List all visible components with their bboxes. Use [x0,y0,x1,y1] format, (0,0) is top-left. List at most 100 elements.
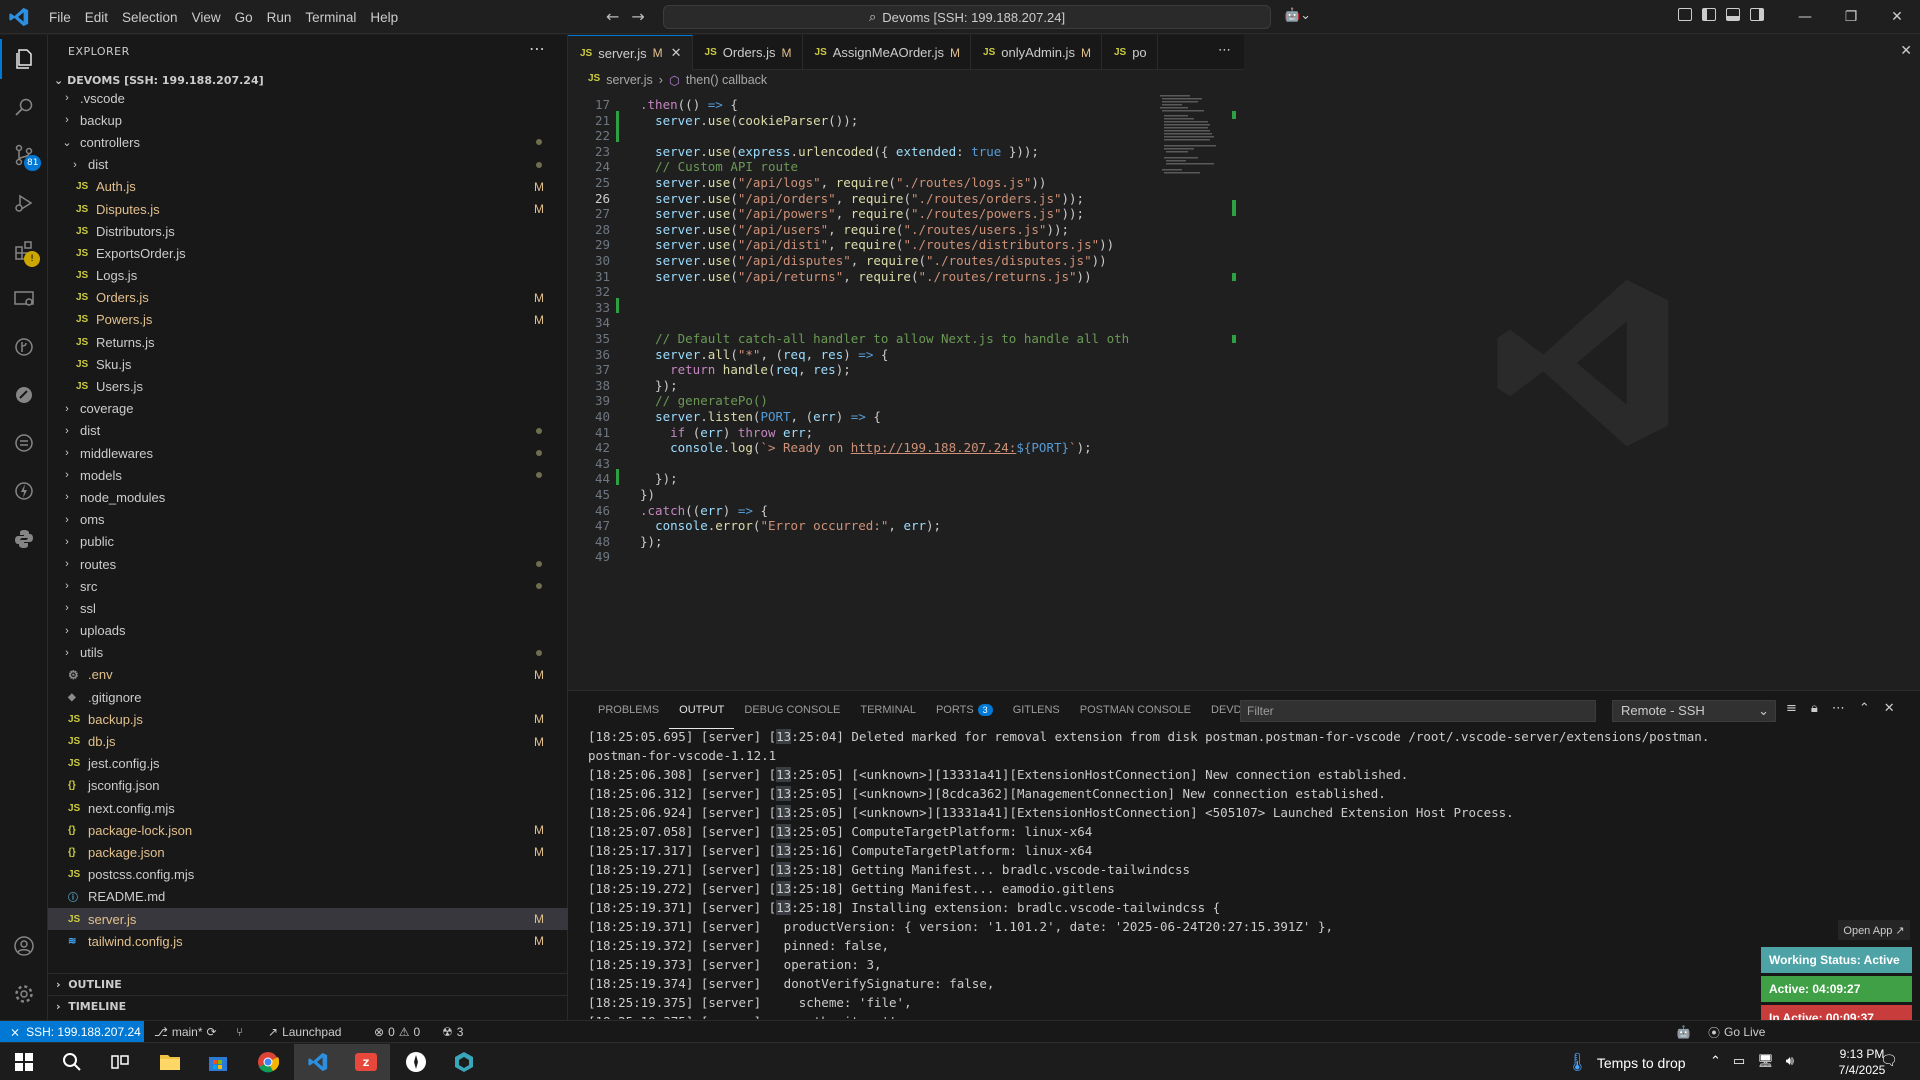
close-panel-icon[interactable]: ✕ [1884,701,1895,716]
menu-file[interactable]: File [42,10,78,25]
sync-changes-icon[interactable]: ⑂ [236,1021,243,1043]
file-item[interactable]: JS db.js M [48,730,568,752]
file-item[interactable]: ⚙ .env M [48,664,568,686]
problems-indicator[interactable]: ⊗ 0 ⚠ 0 [374,1021,420,1043]
folder-item[interactable]: › uploads [48,620,568,642]
file-item[interactable]: ⓘ README.md [48,886,568,908]
timeline-section[interactable]: › TIMELINE [48,995,568,1017]
menu-selection[interactable]: Selection [115,10,185,25]
weather-widget[interactable]: 🌡︎ Temps to drop [1566,1052,1686,1073]
close-editor-group-icon[interactable]: ✕ [1900,43,1912,59]
file-item[interactable]: JS server.js M [48,907,568,931]
folder-item[interactable]: › dist [48,154,568,176]
task-view-icon[interactable] [96,1044,144,1080]
file-item[interactable]: JS Users.js [48,375,568,397]
file-item[interactable]: JS Distributors.js [48,220,568,242]
windows-start-icon[interactable] [0,1044,48,1080]
panel-tab-output[interactable]: OUTPUT [669,691,735,729]
file-item[interactable]: JS Sku.js [48,353,568,375]
file-explorer-icon[interactable] [146,1044,194,1080]
file-item[interactable]: {} package-lock.json M [48,819,568,841]
volume-icon[interactable]: 🔊︎ [1786,1054,1794,1069]
file-item[interactable]: {} package.json M [48,841,568,863]
tab-po[interactable]: JS po [1102,35,1158,70]
launchpad-item[interactable]: ↗ Launchpad [268,1021,341,1043]
output-log[interactable]: [18:25:05.695] [server] [13:25:04] Delet… [588,727,1908,1019]
close-tab-icon[interactable]: ✕ [671,45,682,61]
remote-explorer-icon[interactable] [0,279,48,319]
branch-indicator[interactable]: ⎇ main* ⟳ [154,1021,217,1043]
search-view-icon[interactable] [0,87,48,127]
menu-terminal[interactable]: Terminal [298,10,363,25]
toggle-primary-sidebar-icon[interactable] [1702,8,1716,21]
file-item[interactable]: JS Auth.js M [48,176,568,198]
panel-tab-debug-console[interactable]: DEBUG CONSOLE [734,691,850,729]
database-icon[interactable] [0,423,48,463]
customize-layout-icon[interactable] [1678,8,1692,21]
folder-item[interactable]: ⌄ controllers [48,131,568,153]
tab-orders-js[interactable]: JS Orders.js M [693,35,803,70]
folder-item[interactable]: › public [48,531,568,553]
menu-view[interactable]: View [185,10,228,25]
run-debug-icon[interactable] [0,183,48,223]
accounts-icon[interactable] [0,926,48,966]
postman-icon[interactable] [0,375,48,415]
folder-item[interactable]: › utils [48,642,568,664]
file-item[interactable]: JS Logs.js [48,265,568,287]
file-item[interactable]: {} jsconfig.json [48,775,568,797]
lock-scroll-icon[interactable]: 🔒︎ [1811,701,1818,716]
panel-tab-ports[interactable]: PORTS 3 [926,691,1003,729]
folder-item[interactable]: › src [48,575,568,597]
file-item[interactable]: JS jest.config.js [48,753,568,775]
folder-item[interactable]: › node_modules [48,486,568,508]
thunder-client-icon[interactable] [0,471,48,511]
restore-icon[interactable]: ❐ [1828,0,1874,34]
minimize-icon[interactable]: — [1782,0,1828,34]
explorer-icon[interactable] [0,39,48,79]
output-channel-select[interactable]: Remote - SSH ⌄ [1612,700,1776,722]
copilot-icon[interactable]: 🤖⌄ [1284,8,1311,23]
app-hex-icon[interactable] [440,1044,488,1080]
maximize-panel-icon[interactable]: ⌃ [1859,701,1870,716]
tab-onlyadmin-js[interactable]: JS onlyAdmin.js M [971,35,1102,70]
workspace-folder[interactable]: ⌄ DEVOMS [SSH: 199.188.207.24] [54,74,264,87]
code-editor[interactable]: 17 .then(() => {21 server.use(cookieParse… [568,93,1244,690]
chrome-icon[interactable] [244,1044,292,1080]
toggle-panel-icon[interactable] [1726,8,1740,21]
tabs-more-icon[interactable]: ⋯ [1218,43,1231,58]
tab-server-js[interactable]: JS server.js M ✕ [568,35,693,70]
menu-edit[interactable]: Edit [78,10,115,25]
breadcrumb-symbol[interactable]: then() callback [686,73,767,88]
file-item[interactable]: JS Disputes.js M [48,198,568,220]
file-item[interactable]: ◆ .gitignore [48,686,568,708]
menu-run[interactable]: Run [260,10,299,25]
battery-icon[interactable]: ▭ [1733,1054,1745,1069]
folder-item[interactable]: › routes [48,553,568,575]
folder-item[interactable]: › dist [48,420,568,442]
sync-icon[interactable]: ⟳ [207,1025,217,1039]
panel-tab-problems[interactable]: PROBLEMS [588,691,669,729]
file-item[interactable]: JS Orders.js M [48,287,568,309]
panel-tab-terminal[interactable]: TERMINAL [850,691,926,729]
panel-tab-postman-console[interactable]: POSTMAN CONSOLE [1070,691,1201,729]
folder-item[interactable]: › models [48,464,568,486]
copilot-status-icon[interactable]: 🤖 [1676,1021,1691,1043]
store-icon[interactable] [194,1044,242,1080]
zoho-app-icon[interactable]: Z [342,1044,390,1080]
breadcrumb-file[interactable]: server.js [606,73,653,88]
python-icon[interactable] [0,519,48,559]
source-control-icon[interactable]: 81 [0,135,48,175]
vscode-taskbar-icon[interactable] [294,1044,342,1080]
remote-indicator[interactable]: ⨯ SSH: 199.188.207.24 [0,1021,144,1043]
folder-item[interactable]: › ssl [48,597,568,619]
folder-item[interactable]: › middlewares [48,442,568,464]
folder-item[interactable]: › coverage [48,398,568,420]
file-item[interactable]: JS next.config.mjs [48,797,568,819]
network-icon[interactable]: 🖥︎ [1757,1054,1774,1069]
ports-indicator[interactable]: ☢ 3 [442,1021,463,1043]
minimap[interactable] [1156,93,1226,203]
file-item[interactable]: ≋ tailwind.config.js M [48,930,568,952]
folder-item[interactable]: › backup [48,109,568,131]
tab-assignmeaorder-js[interactable]: JS AssignMeAOrder.js M [803,35,972,70]
taskbar-search-icon[interactable] [48,1044,96,1080]
